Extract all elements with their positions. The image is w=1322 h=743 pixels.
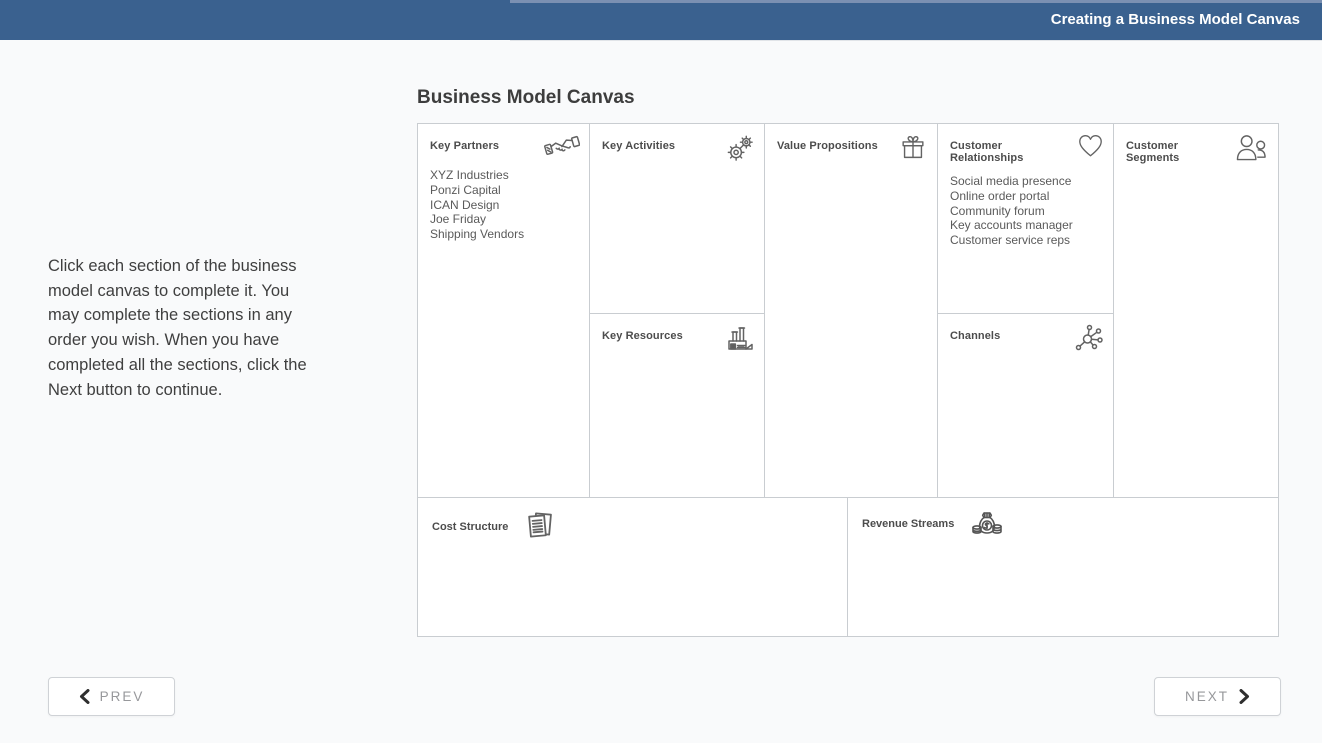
- section-label: Channels: [950, 330, 1000, 342]
- section-header: Key Resources: [590, 314, 764, 353]
- heart-icon: [1077, 133, 1104, 158]
- section-key-resources[interactable]: Key Resources: [590, 314, 765, 497]
- chevron-right-icon: [1239, 689, 1250, 704]
- list-item: Ponzi Capital: [430, 183, 581, 198]
- section-label: Revenue Streams: [862, 518, 954, 530]
- section-label: Customer Relationships: [950, 140, 1077, 164]
- gift-icon: [898, 133, 928, 163]
- section-label: Cost Structure: [432, 521, 508, 533]
- business-model-canvas: Key Partners: [417, 123, 1279, 637]
- section-header: Customer Relationships: [938, 124, 1113, 164]
- section-label: Customer Segments: [1126, 140, 1234, 164]
- section-key-activities[interactable]: Key Activities: [590, 124, 765, 314]
- section-customer-relationships[interactable]: Customer Relationships Social media pres…: [938, 124, 1114, 314]
- handshake-icon: [544, 133, 580, 158]
- list-item: Customer service reps: [950, 233, 1105, 248]
- documents-icon: [524, 510, 556, 544]
- prev-button[interactable]: PREV: [48, 677, 175, 716]
- section-items: XYZ Industries Ponzi Capital ICAN Design…: [418, 158, 589, 242]
- gears-icon: [724, 133, 755, 164]
- section-header: Cost Structure: [418, 498, 847, 544]
- money-bag-icon: [970, 510, 1004, 538]
- section-key-partners[interactable]: Key Partners: [418, 124, 590, 497]
- section-label: Value Propositions: [777, 140, 878, 152]
- network-icon: [1074, 323, 1104, 353]
- canvas-title: Business Model Canvas: [417, 87, 635, 109]
- header-underline: [510, 40, 1322, 41]
- prev-button-label: PREV: [100, 689, 145, 704]
- section-label: Key Resources: [602, 330, 683, 342]
- chevron-left-icon: [79, 689, 90, 704]
- next-button[interactable]: NEXT: [1154, 677, 1281, 716]
- next-button-label: NEXT: [1185, 689, 1229, 704]
- section-value-propositions[interactable]: Value Propositions: [765, 124, 938, 497]
- section-label: Key Partners: [430, 140, 499, 152]
- section-customer-segments[interactable]: Customer Segments: [1114, 124, 1278, 497]
- list-item: Joe Friday: [430, 212, 581, 227]
- section-header: Key Activities: [590, 124, 764, 164]
- section-label: Key Activities: [602, 140, 675, 152]
- section-revenue-streams[interactable]: Revenue Streams: [848, 497, 1278, 636]
- section-header: Customer Segments: [1114, 124, 1278, 164]
- list-item: Online order portal: [950, 189, 1105, 204]
- stage: Creating a Business Model Canvas Click e…: [0, 0, 1322, 743]
- section-header: Value Propositions: [765, 124, 937, 163]
- header-bar: Creating a Business Model Canvas: [0, 0, 1322, 40]
- list-item: Key accounts manager: [950, 218, 1105, 233]
- people-icon: [1234, 133, 1269, 162]
- section-channels[interactable]: Channels: [938, 314, 1114, 497]
- factory-icon: [725, 323, 755, 353]
- section-cost-structure[interactable]: Cost Structure: [418, 497, 848, 636]
- section-header: Channels: [938, 314, 1113, 353]
- list-item: Shipping Vendors: [430, 227, 581, 242]
- lesson-title: Creating a Business Model Canvas: [1051, 0, 1300, 40]
- list-item: Community forum: [950, 204, 1105, 219]
- list-item: XYZ Industries: [430, 168, 581, 183]
- section-header: Key Partners: [418, 124, 589, 158]
- list-item: Social media presence: [950, 174, 1105, 189]
- list-item: ICAN Design: [430, 198, 581, 213]
- section-header: Revenue Streams: [848, 498, 1278, 538]
- section-items: Social media presence Online order porta…: [938, 164, 1113, 248]
- instructions-text: Click each section of the business model…: [48, 254, 396, 402]
